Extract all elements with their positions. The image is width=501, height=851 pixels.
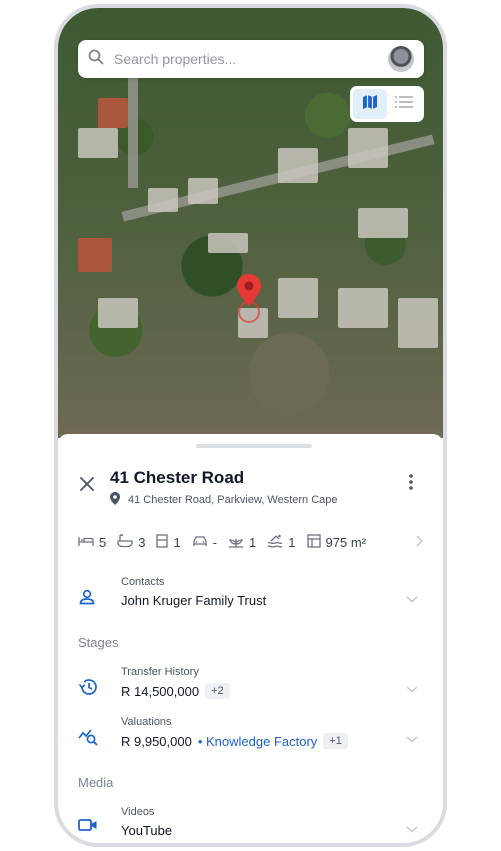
valuations-row[interactable]: Valuations R 9,950,000 • Knowledge Facto… [58,712,443,762]
feature-value: 1 [173,534,181,550]
search-input[interactable]: Search properties... [114,51,388,67]
floor-area-icon [306,533,321,551]
drag-handle[interactable] [196,444,312,448]
contacts-row[interactable]: Contacts John Kruger Family Trust [58,572,443,622]
satellite-map[interactable]: Search properties... [58,8,443,438]
feature-value: - [212,534,218,550]
chevron-down-icon[interactable] [406,590,418,608]
map-icon [361,93,379,116]
feature-floor-area: 975 m² [306,533,366,551]
chevron-right-icon[interactable] [415,534,424,550]
chevron-down-icon[interactable] [406,730,418,748]
bed-icon [78,535,94,550]
car-icon [192,535,208,550]
door-icon [156,533,169,551]
valuations-label: Valuations [121,716,172,728]
feature-value: 5 [99,534,107,550]
close-button[interactable] [80,477,94,496]
valuation-source-link[interactable]: • Knowledge Factory [198,734,317,749]
video-icon [78,818,98,837]
property-sheet: 41 Chester Road 41 Chester Road, Parkvie… [58,434,443,843]
feature-value: 1 [249,534,257,550]
feature-bathrooms: 3 [117,533,146,551]
address-text: 41 Chester Road, Parkview, Western Cape [128,494,338,506]
stages-heading: Stages [78,635,119,650]
list-view-button[interactable] [387,89,421,119]
chevron-down-icon[interactable] [406,680,418,698]
location-pin-icon[interactable] [236,274,262,329]
transfer-history-label: Transfer History [121,666,199,678]
valuation-chart-icon [78,728,100,751]
feature-doors: 1 [156,533,181,551]
transfer-amount: R 14,500,000 [121,683,200,699]
close-icon [80,477,94,495]
view-toggle[interactable] [350,86,424,122]
more-vertical-icon [409,474,413,494]
feature-garages: - [192,535,217,550]
videos-label: Videos [121,806,155,818]
contacts-label: Contacts [121,576,165,588]
property-address: 41 Chester Road, Parkview, Western Cape [110,492,338,508]
pool-icon [267,534,283,551]
more-count-badge[interactable]: +2 [205,683,230,699]
valuation-amount: R 9,950,000 [121,733,192,749]
feature-value: 975 m² [325,534,366,550]
videos-row[interactable]: Videos YouTube [58,802,443,843]
person-icon [78,588,96,611]
feature-pools: 1 [267,534,296,551]
garden-icon [228,534,244,551]
phone-frame: Search properties... 41 Chester Road 41 … [54,4,447,847]
avatar[interactable] [388,46,414,72]
feature-bedrooms: 5 [78,535,106,550]
transfer-history-value: R 14,500,000 +2 [121,683,230,699]
list-icon [395,95,413,114]
feature-value: 1 [288,534,296,550]
map-view-button[interactable] [353,89,387,119]
contacts-value: John Kruger Family Trust [121,593,267,608]
feature-gardens: 1 [228,534,256,551]
valuations-value: R 9,950,000 • Knowledge Factory +1 [121,733,348,749]
more-options-button[interactable] [409,474,413,495]
location-icon [110,492,120,508]
videos-value: YouTube [121,823,173,838]
chevron-down-icon[interactable] [406,820,418,838]
feature-value: 3 [138,534,146,550]
transfer-history-row[interactable]: Transfer History R 14,500,000 +2 [58,662,443,712]
property-title: 41 Chester Road [110,468,245,487]
valuation-source[interactable]: Knowledge Factory [206,734,317,749]
bath-icon [117,533,133,551]
search-bar[interactable]: Search properties... [78,40,424,78]
more-count-badge[interactable]: +1 [323,733,348,749]
media-heading: Media [78,775,114,790]
history-icon [78,678,98,701]
property-features: 5 3 1 - 1 1 975 m² [78,530,424,554]
search-icon [88,49,104,70]
